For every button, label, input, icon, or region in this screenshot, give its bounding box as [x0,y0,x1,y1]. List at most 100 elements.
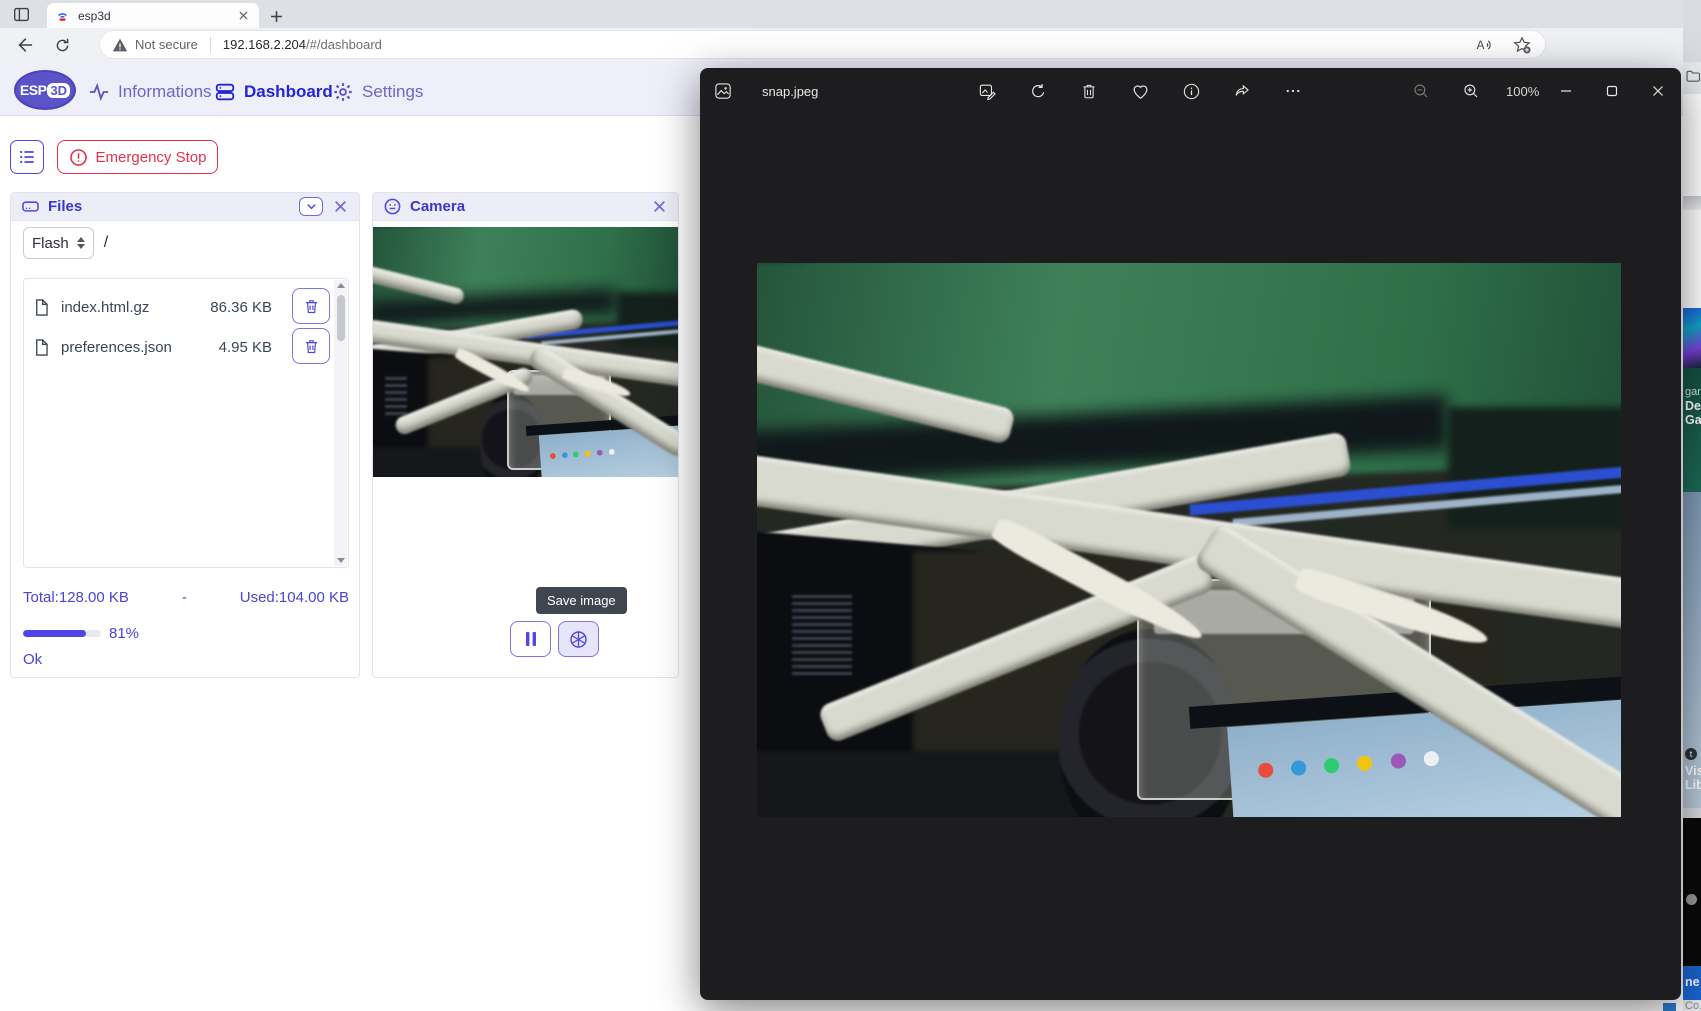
usage-percent-label: 81% [109,625,139,642]
collapse-panel-button[interactable] [299,197,323,216]
footer-text-fragment: Co. [1685,1000,1701,1011]
file-name[interactable]: index.html.gz [61,299,200,316]
card-text-fragment: Lib [1685,778,1701,792]
scene-shape [1448,407,1621,529]
files-panel: Files Flash / index.html.gz 86.36 KB [10,192,360,678]
webcam-icon [383,197,402,216]
vertical-tabs-icon[interactable] [8,5,34,24]
status-text: Ok [23,651,42,668]
file-name[interactable]: preferences.json [61,339,209,356]
emergency-icon [69,148,88,167]
more-icon[interactable] [1278,76,1308,106]
usage-progress-bar [23,630,101,637]
file-row[interactable]: preferences.json 4.95 KB [32,327,300,367]
url-path: /#/dashboard [306,37,382,52]
current-path: / [104,234,108,252]
zoom-out-icon[interactable] [1406,76,1436,106]
news-card-dark [1683,818,1701,966]
close-camera-panel-icon[interactable] [650,198,668,216]
card-badge: t [1685,748,1697,760]
panels-menu-button[interactable] [10,140,44,174]
minimize-button[interactable] [1543,68,1589,114]
nav-settings[interactable]: Settings [332,78,423,106]
news-card-image [1683,308,1701,368]
background-browser-chrome [1683,62,1701,94]
news-card-teal: gar De Ga [1683,368,1701,492]
favorite-icon[interactable] [1125,76,1155,106]
card-text-fragment: Vis [1685,764,1701,778]
address-divider [210,37,211,53]
menu-icon [17,147,37,167]
gear-icon [332,81,354,103]
file-icon [32,298,51,317]
pause-stream-button[interactable] [510,621,551,657]
warning-icon [112,37,128,53]
back-icon[interactable] [10,31,38,59]
moon-image [1686,894,1697,905]
storage-select[interactable]: Flash [23,227,94,259]
background-shadow-band [1683,196,1701,210]
aperture-icon [569,630,588,649]
read-aloud-icon[interactable]: A [1475,37,1495,53]
reload-icon[interactable] [48,31,76,59]
photo-viewer-window: snap.jpeg [700,68,1681,1000]
browser-tab[interactable]: esp3d [47,3,259,28]
card-text-fragment: gar [1685,386,1701,398]
emergency-stop-label: Emergency Stop [96,149,207,166]
card-text-fragment: ne [1685,975,1700,989]
storage-drive-icon [21,197,40,216]
nav-label: Informations [118,82,212,102]
rotate-icon[interactable] [1023,76,1053,106]
news-card-sky [1683,492,1701,808]
file-list: index.html.gz 86.36 KB preferences.json … [23,278,349,568]
address-bar[interactable]: Not secure 192.168.2.204/#/dashboard A [100,31,1545,58]
files-panel-header: Files [11,193,359,221]
photos-app-icon [714,82,732,100]
delete-file-button[interactable] [292,288,330,324]
file-row[interactable]: index.html.gz 86.36 KB [32,287,300,327]
photo-snap-jpeg[interactable] [757,263,1621,817]
tab-close-icon[interactable] [235,8,251,24]
total-space-label: Total:128.00 KB [23,589,129,606]
scene-shape [385,377,406,415]
card-text-fragment: De [1685,399,1701,413]
emergency-stop-button[interactable]: Emergency Stop [57,140,218,174]
totals-separator: - [182,589,187,606]
files-panel-title: Files [48,198,291,215]
tab-favicon [55,8,70,23]
close-button[interactable] [1635,68,1681,114]
security-label[interactable]: Not secure [135,37,198,52]
zoom-level-label[interactable]: 100% [1506,84,1539,99]
pause-icon [524,631,538,647]
info-icon[interactable] [1176,76,1206,106]
favorites-icon[interactable] [1513,36,1531,54]
select-arrows-icon [77,237,85,249]
background-window: gar De Ga t Vis Lib ne [1683,0,1701,1011]
edit-image-icon[interactable] [972,76,1002,106]
nav-label: Dashboard [244,82,333,102]
camera-panel-title: Camera [410,198,642,215]
new-tab-icon[interactable] [266,6,286,26]
zoom-in-icon[interactable] [1456,76,1486,106]
nav-dashboard[interactable]: Dashboard [214,78,333,106]
save-image-tooltip: Save image [536,587,627,614]
nav-informations[interactable]: Informations [88,78,212,106]
snapshot-button[interactable] [558,621,599,657]
used-space-label: Used:104.00 KB [240,589,349,606]
share-icon[interactable] [1227,76,1257,106]
card-text-fragment: Ga [1685,413,1701,427]
close-files-panel-icon[interactable] [331,198,349,216]
delete-file-button[interactable] [292,328,330,364]
file-size: 4.95 KB [219,339,272,356]
delete-icon[interactable] [1074,76,1104,106]
tab-title: esp3d [78,9,227,23]
screen: esp3d Not secure 192.168.2.204/#/dashboa… [0,0,1701,1011]
background-blue-strip [1663,1003,1676,1011]
scene-shape [617,292,678,347]
svg-text:A: A [1477,39,1485,52]
scrollbar-thumb[interactable] [337,295,345,341]
maximize-button[interactable] [1589,68,1635,114]
camera-panel: Camera Save image [372,192,679,678]
file-size: 86.36 KB [210,299,272,316]
folder-icon [1686,70,1700,82]
